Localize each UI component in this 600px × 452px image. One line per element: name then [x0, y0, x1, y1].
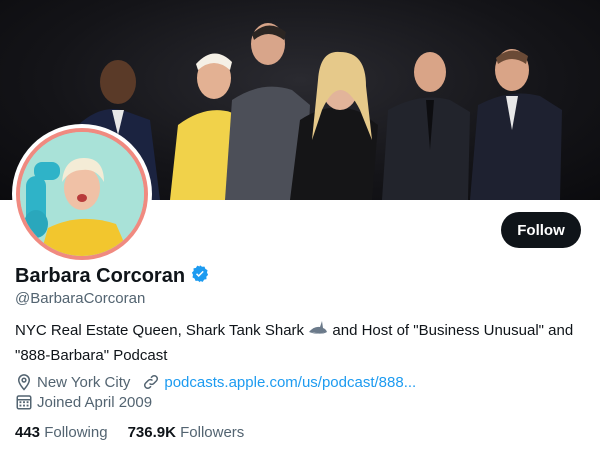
following-label: Following [44, 424, 108, 441]
profile-name-row: Barbara Corcoran [15, 264, 210, 289]
bio-text-part1: NYC Real Estate Queen, Shark Tank Shark [15, 322, 305, 339]
location-pin-icon [15, 373, 33, 391]
followers-label: Followers [180, 424, 245, 441]
profile-name: Barbara Corcoran [15, 265, 186, 287]
profile-handle: @BarbaraCorcoran [15, 290, 146, 307]
avatar-illustration [20, 132, 144, 256]
profile-stats: 443 Following 736.9K Followers [15, 424, 244, 441]
profile-joined-row: Joined April 2009 [15, 393, 152, 411]
profile-bio: NYC Real Estate Queen, Shark Tank Shark … [15, 320, 585, 367]
profile-meta-row: New York City podcasts.apple.com/us/podc… [15, 373, 416, 391]
followers-link[interactable]: 736.9K Followers [128, 424, 245, 441]
profile-joined-date: Joined April 2009 [37, 393, 153, 411]
profile-website-link[interactable]: podcasts.apple.com/us/podcast/888... [164, 374, 416, 391]
calendar-icon [15, 393, 33, 411]
following-count: 443 [15, 424, 41, 441]
follow-button[interactable]: Follow [501, 212, 581, 248]
link-icon [142, 373, 160, 391]
verified-badge-icon [190, 264, 210, 289]
avatar-image [16, 128, 148, 260]
followers-count: 736.9K [127, 424, 176, 441]
profile-avatar[interactable] [12, 124, 152, 264]
following-link[interactable]: 443 Following [15, 424, 108, 441]
profile-location: New York City [37, 373, 131, 391]
shark-icon [308, 320, 328, 345]
